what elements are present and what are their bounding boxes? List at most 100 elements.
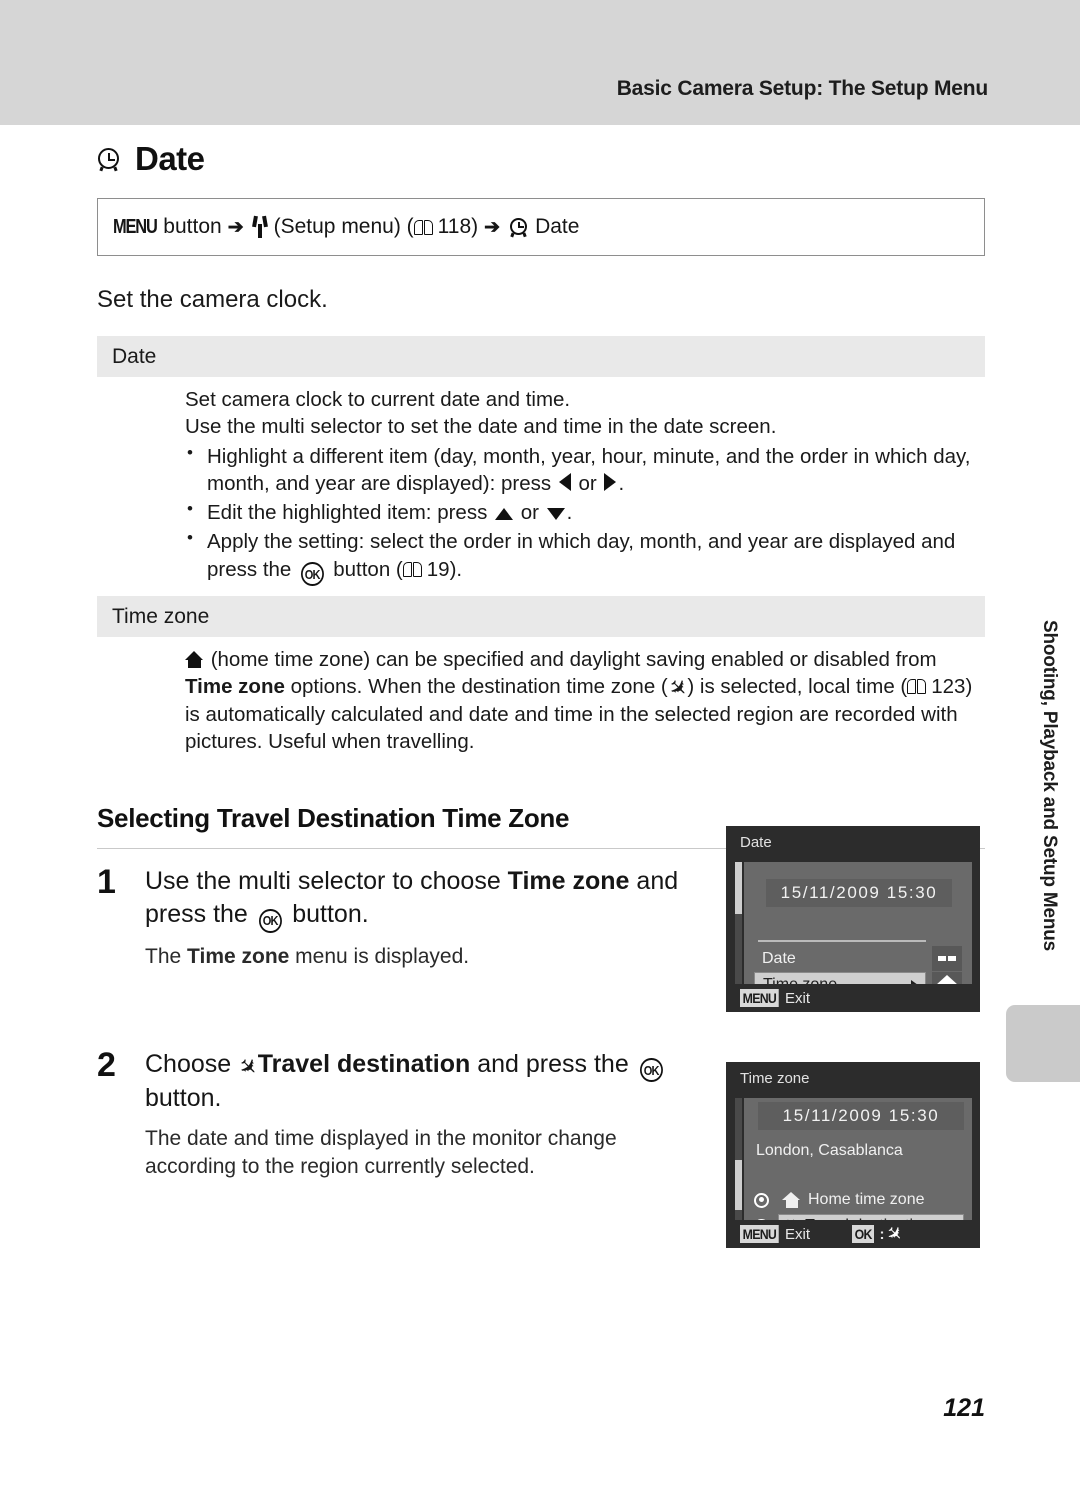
screen-2-home-label: Home time zone xyxy=(808,1191,925,1208)
step-2-bold: Travel destination xyxy=(257,1049,471,1078)
navigation-path: MENU button ➔ (Setup menu) ( 118 ) ➔ Dat… xyxy=(113,215,580,238)
wrench-icon xyxy=(251,215,268,238)
book-icon xyxy=(413,219,435,236)
screen-1-panel: 15/11/2009 15:30 Date Time zone xyxy=(744,862,972,997)
menu-key-badge[interactable]: MENU xyxy=(740,988,779,1008)
menu-exit-label: Exit xyxy=(785,989,811,1007)
nav-setup-menu-label: (Setup menu) xyxy=(273,215,401,238)
nav-page-ref: 118 xyxy=(437,215,472,238)
screen-2-option-home[interactable]: Home time zone xyxy=(744,1188,972,1212)
ok-key-badge[interactable]: OK xyxy=(852,1224,875,1244)
scrollbar-thumb[interactable] xyxy=(735,1160,742,1210)
screen-2-region-label: London, Casablanca xyxy=(756,1142,903,1159)
screen-1-title: Date xyxy=(740,834,772,851)
clock-icon xyxy=(97,147,124,174)
camera-screen-timezone: Time zone 15/11/2009 15:30 London, Casab… xyxy=(726,1062,980,1248)
bullet-3-page-ref: 19 xyxy=(426,557,450,581)
dash-icon xyxy=(932,946,962,971)
bullet-3-after: ). xyxy=(449,557,463,581)
step-2-number: 2 xyxy=(97,1045,116,1084)
step-1-desc: The Time zone menu is displayed. xyxy=(145,943,705,970)
tz-part-3: ) is selected, local time ( xyxy=(687,675,908,699)
tz-part-1: (home time zone) can be specified and da… xyxy=(205,648,937,671)
page-number: 121 xyxy=(943,1394,985,1422)
spec-table: Date Set camera clock to current date an… xyxy=(97,336,985,765)
tz-page-ref: 123 xyxy=(931,675,966,699)
list-item: Apply the setting: select the order in w… xyxy=(185,527,977,586)
step-2-body: Choose ✈Travel destination and press the… xyxy=(145,1048,705,1180)
book-icon xyxy=(402,561,424,578)
screen-2-panel: 15/11/2009 15:30 London, Casablanca Home… xyxy=(744,1098,972,1238)
clock-icon-inline xyxy=(509,217,531,237)
date-bullet-list: Highlight a different item (day, month, … xyxy=(185,442,977,586)
screen-1-scrollbar[interactable] xyxy=(735,862,742,988)
screen-2-home-label-wrap: Home time zone xyxy=(778,1188,972,1212)
bullet-2-after: . xyxy=(566,501,573,524)
right-triangle-icon xyxy=(604,472,617,491)
step-1-title: Use the multi selector to choose Time zo… xyxy=(145,865,705,933)
scrollbar-thumb[interactable] xyxy=(735,862,742,914)
ok-button-icon: OK xyxy=(258,908,282,933)
step-1-desc-bold: Time zone xyxy=(187,944,290,968)
spec-row-header-date: Date xyxy=(97,336,985,377)
spec-row-body-date: Set camera clock to current date and tim… xyxy=(97,377,985,596)
step-1-desc-b: menu is displayed. xyxy=(289,944,470,968)
step-1-body: Use the multi selector to choose Time zo… xyxy=(145,865,705,970)
step-2-c: button. xyxy=(145,1084,222,1113)
page-title: Date xyxy=(135,140,205,177)
timezone-paragraph: (home time zone) can be specified and da… xyxy=(185,646,977,755)
nav-target-label: Date xyxy=(535,215,580,238)
step-1-desc-a: The xyxy=(145,944,188,968)
spec-row-body-timezone: (home time zone) can be specified and da… xyxy=(97,637,985,765)
date-desc-line-2: Use the multi selector to set the date a… xyxy=(185,415,777,439)
tz-part-2: options. When the destination time zone … xyxy=(284,675,668,699)
bullet-1-after: . xyxy=(618,471,625,495)
bullet-3-mid: button ( xyxy=(327,557,403,581)
home-icon xyxy=(782,1191,801,1209)
tz-bold-timezone: Time zone xyxy=(185,675,285,699)
screen-1-bottom-bar: MENU Exit xyxy=(726,984,980,1012)
ok-hint: OK : ✈ xyxy=(852,1221,907,1247)
screen-1-row-date[interactable]: Date xyxy=(754,946,926,971)
step-2-desc: The date and time displayed in the monit… xyxy=(145,1127,617,1178)
book-icon xyxy=(907,678,928,695)
screen-1-row-date-label: Date xyxy=(762,949,796,967)
menu-exit-label: Exit xyxy=(785,1225,811,1243)
running-header-title: Basic Camera Setup: The Setup Menu xyxy=(616,77,988,100)
step-1-a: Use the multi selector to choose xyxy=(145,867,508,895)
left-triangle-icon xyxy=(558,472,571,491)
screen-1-datetime: 15/11/2009 15:30 xyxy=(766,879,952,907)
radio-home-icon[interactable] xyxy=(754,1192,769,1208)
nav-button-word: button xyxy=(163,215,222,238)
bullet-2-mid: or xyxy=(515,501,545,524)
step-2-title: Choose ✈Travel destination and press the… xyxy=(145,1048,705,1116)
navigation-path-box: MENU button ➔ (Setup menu) ( 118 ) ➔ Dat… xyxy=(97,198,985,256)
screen-2-title: Time zone xyxy=(740,1070,810,1087)
lead-text: Set the camera clock. xyxy=(97,286,328,313)
airplane-icon: ✈ xyxy=(881,1220,908,1248)
bullet-2-text: Edit the highlighted item: press xyxy=(207,501,494,524)
page-content: Date MENU button ➔ (Setup menu) ( 118 ) … xyxy=(97,125,985,1180)
date-desc-line-1: Set camera clock to current date and tim… xyxy=(185,388,571,411)
arrow-right-icon-2: ➔ xyxy=(484,216,501,238)
running-header: Basic Camera Setup: The Setup Menu xyxy=(0,0,1080,125)
section-heading: Date xyxy=(97,140,985,178)
ok-button-icon: OK xyxy=(301,562,324,586)
step-1-c: button. xyxy=(285,900,369,928)
camera-screen-date: Date 15/11/2009 15:30 Date Time zone MEN… xyxy=(726,826,980,1012)
step-2-a: Choose xyxy=(145,1049,239,1078)
down-triangle-icon xyxy=(546,508,565,520)
menu-button-badge: MENU xyxy=(113,215,158,238)
step-2-b: and press the xyxy=(470,1049,636,1078)
step-1-bold: Time zone xyxy=(507,867,630,895)
ok-button-icon: OK xyxy=(639,1058,663,1083)
screen-2-bottom-bar: MENU Exit OK : ✈ xyxy=(726,1220,980,1248)
side-tab-label: Shooting, Playback and Setup Menus xyxy=(1039,620,1060,952)
side-tab-marker xyxy=(1006,1005,1080,1082)
list-item: Edit the highlighted item: press or . xyxy=(185,498,977,526)
menu-key-badge[interactable]: MENU xyxy=(740,1224,779,1244)
bullet-1-mid: or xyxy=(572,471,603,495)
step-1-number: 1 xyxy=(97,863,116,901)
list-item: Highlight a different item (day, month, … xyxy=(185,442,977,498)
screen-2-scrollbar[interactable] xyxy=(735,1098,742,1224)
